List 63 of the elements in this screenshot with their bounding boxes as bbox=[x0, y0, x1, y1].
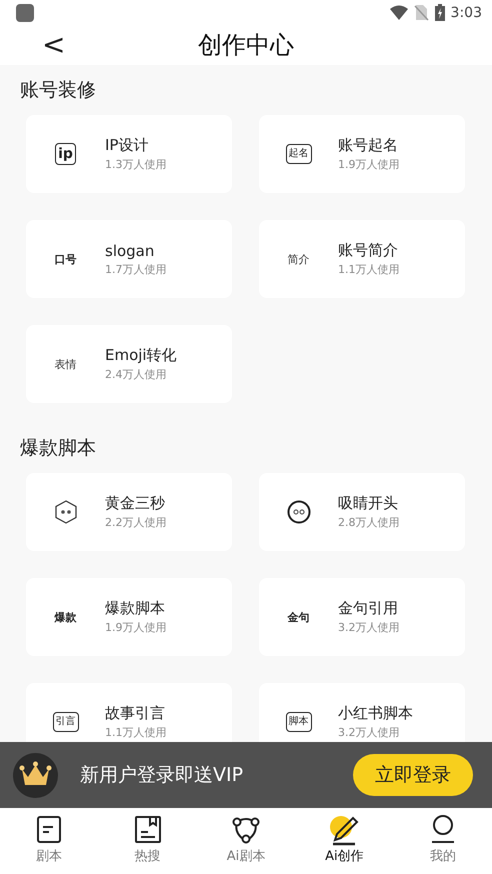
tool-name: 爆款脚本 bbox=[105, 599, 166, 618]
tool-icon: 引言 bbox=[52, 712, 78, 732]
page-title: 创作中心 bbox=[198, 30, 294, 61]
crown-icon bbox=[13, 752, 58, 798]
tool-name: 金句引用 bbox=[338, 599, 399, 618]
app-notification-icon bbox=[16, 4, 34, 22]
status-time: 3:03 bbox=[450, 4, 482, 20]
tool-icon: ip bbox=[55, 143, 76, 165]
no-sim-icon bbox=[414, 4, 429, 21]
back-button[interactable]: < bbox=[36, 29, 72, 61]
tool-name: 故事引言 bbox=[105, 704, 166, 723]
tool-card[interactable]: 引言 故事引言 1.1万人使用 bbox=[26, 683, 232, 742]
bookmark-page-icon bbox=[132, 814, 163, 846]
tool-icon: 起名 bbox=[286, 144, 312, 164]
tool-name: slogan bbox=[105, 242, 156, 260]
hexagon-icon bbox=[54, 500, 76, 524]
tool-card[interactable]: 表情 Emoji转化 2.4万人使用 bbox=[26, 325, 232, 403]
tool-name: 黄金三秒 bbox=[105, 494, 166, 513]
tool-icon: 口号 bbox=[54, 252, 76, 266]
tool-card[interactable]: 爆款 爆款脚本 1.9万人使用 bbox=[26, 578, 232, 656]
tool-card[interactable]: 口号 slogan 1.7万人使用 bbox=[26, 220, 232, 298]
tool-card[interactable]: 金句 金句引用 3.2万人使用 bbox=[259, 578, 465, 656]
usage-count: 2.2万人使用 bbox=[105, 515, 166, 530]
tool-icon: 简介 bbox=[288, 252, 310, 266]
tool-icon: 爆款 bbox=[54, 610, 76, 624]
tool-icon: 脚本 bbox=[286, 712, 312, 732]
tool-name: 账号起名 bbox=[338, 136, 399, 155]
tool-card[interactable]: 脚本 小红书脚本 3.2万人使用 bbox=[259, 683, 465, 742]
nav-tab[interactable]: 我的 bbox=[394, 808, 492, 874]
circle-icon bbox=[287, 500, 310, 524]
nav-tab[interactable]: 剧本 bbox=[0, 808, 98, 874]
usage-count: 3.2万人使用 bbox=[338, 620, 400, 635]
tool-name: 账号简介 bbox=[338, 241, 399, 260]
wifi-icon bbox=[390, 5, 408, 20]
tool-name: IP设计 bbox=[105, 136, 150, 155]
usage-count: 1.9万人使用 bbox=[105, 620, 166, 635]
tool-icon: 金句 bbox=[288, 610, 310, 624]
nav-tab[interactable]: 热搜 bbox=[98, 808, 197, 874]
usage-count: 1.7万人使用 bbox=[105, 262, 166, 276]
usage-count: 1.9万人使用 bbox=[338, 157, 400, 172]
tool-name: 小红书脚本 bbox=[338, 704, 413, 723]
tool-name: Emoji转化 bbox=[105, 346, 177, 365]
tool-card[interactable]: ip IP设计 1.3万人使用 bbox=[26, 115, 232, 193]
nav-tab[interactable]: Ai剧本 bbox=[196, 808, 296, 874]
usage-count: 2.8万人使用 bbox=[338, 515, 400, 530]
tool-icon: 表情 bbox=[54, 356, 76, 372]
tool-card[interactable]: 黄金三秒 2.2万人使用 bbox=[26, 473, 232, 551]
tool-name: 吸睛开头 bbox=[338, 494, 399, 513]
usage-count: 1.1万人使用 bbox=[105, 725, 166, 740]
promo-text: 新用户登录即送VIP bbox=[80, 763, 244, 788]
pencil-icon bbox=[329, 814, 360, 846]
tool-card[interactable]: 起名 账号起名 1.9万人使用 bbox=[259, 115, 465, 193]
usage-count: 3.2万人使用 bbox=[338, 725, 400, 740]
tool-card[interactable]: 吸睛开头 2.8万人使用 bbox=[259, 473, 465, 551]
section-title: 爆款脚本 bbox=[19, 436, 97, 461]
nav-tab[interactable]: Ai创作 bbox=[295, 808, 394, 874]
tool-card[interactable]: 简介 账号简介 1.1万人使用 bbox=[259, 220, 465, 298]
login-button[interactable]: 立即登录 bbox=[353, 754, 473, 796]
section-title: 账号装修 bbox=[19, 78, 97, 103]
usage-count: 1.1万人使用 bbox=[338, 262, 400, 277]
usage-count: 2.4万人使用 bbox=[105, 367, 168, 382]
battery-charging-icon bbox=[434, 4, 445, 21]
usage-count: 1.3万人使用 bbox=[105, 157, 166, 172]
